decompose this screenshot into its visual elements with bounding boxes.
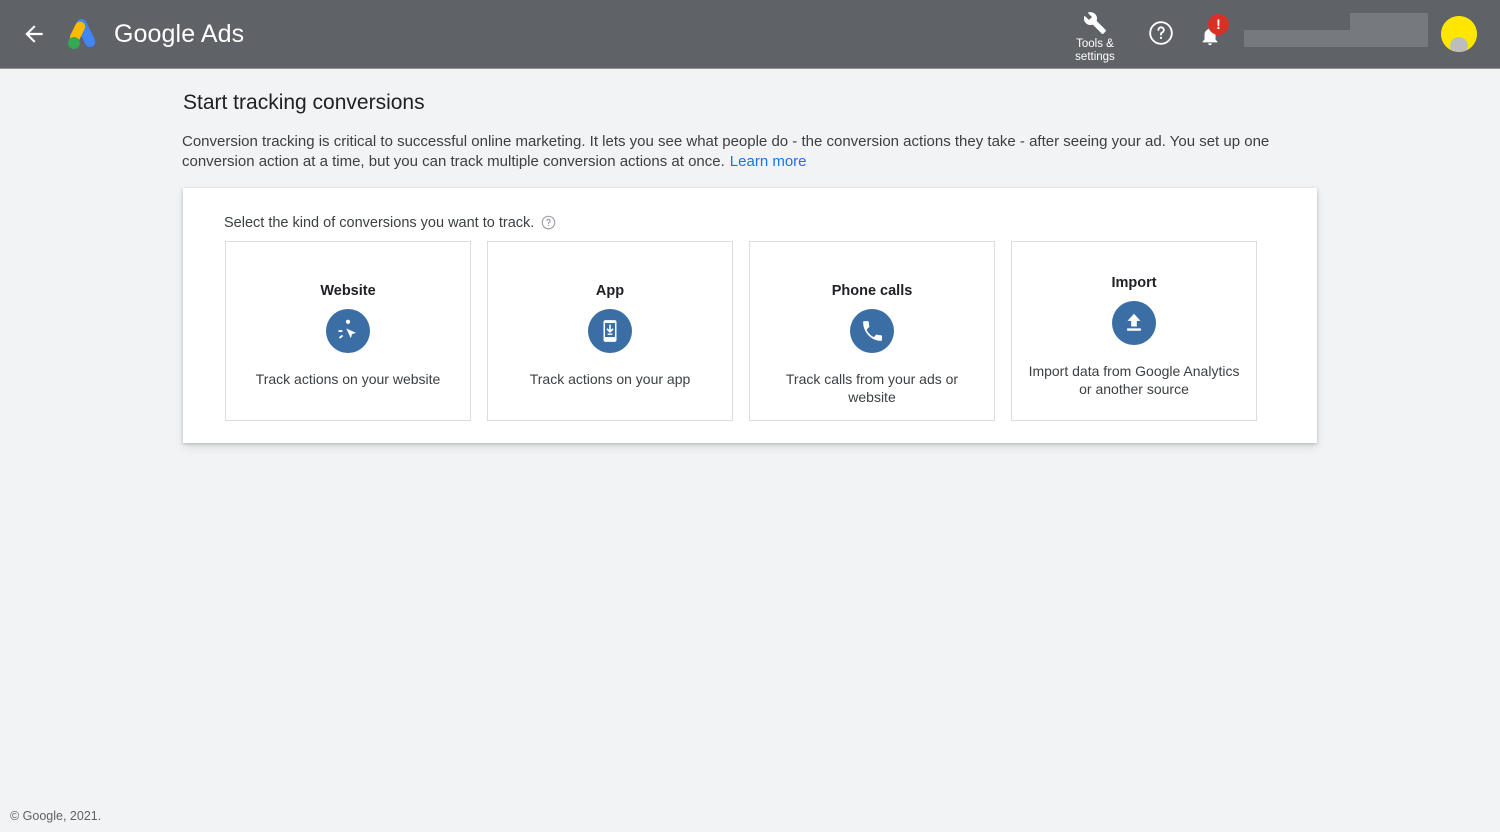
card-title: Import xyxy=(1111,275,1157,291)
avatar[interactable] xyxy=(1441,16,1477,52)
card-description: Track actions on your app xyxy=(529,371,691,387)
phone-icon-wrapper xyxy=(850,309,894,353)
account-name-redacted xyxy=(1350,13,1428,30)
brand-title: Google Ads xyxy=(114,20,244,49)
learn-more-link[interactable]: Learn more xyxy=(730,153,807,170)
mobile-download-icon xyxy=(603,320,617,342)
conversion-type-cards: Website Track actions on your website Ap… xyxy=(225,241,1257,421)
card-description: Import data from Google Analytics or ano… xyxy=(1028,363,1240,397)
tools-and-settings-button[interactable]: Tools & settings xyxy=(1063,10,1127,69)
user-avatar-icon xyxy=(1441,16,1477,52)
google-ads-logo[interactable]: Google Ads xyxy=(62,15,244,53)
conversion-card-phone-calls[interactable]: Phone calls Track calls from your ads or… xyxy=(749,241,995,421)
upload-icon xyxy=(1127,313,1141,331)
conversion-card-app[interactable]: App Track actions on your app xyxy=(487,241,733,421)
help-circle-icon xyxy=(1149,21,1173,45)
tools-settings-label: Tools & settings xyxy=(1075,38,1115,64)
app-header: Google Ads Tools & settings ! xyxy=(0,0,1500,69)
help-circle-icon[interactable] xyxy=(541,215,556,230)
conversion-card-import[interactable]: Import Import data from Google Analytics… xyxy=(1011,241,1257,421)
conversion-type-panel: Select the kind of conversions you want … xyxy=(183,188,1317,443)
page-description-text: Conversion tracking is critical to succe… xyxy=(182,133,1270,170)
panel-label-text: Select the kind of conversions you want … xyxy=(224,215,535,231)
back-arrow-icon[interactable] xyxy=(21,21,47,47)
tools-label-line2: settings xyxy=(1075,51,1115,63)
notifications-button[interactable]: ! xyxy=(1197,14,1229,50)
cursor-click-icon-wrapper xyxy=(326,309,370,353)
card-title: Phone calls xyxy=(831,283,913,299)
wrench-icon xyxy=(1083,12,1106,34)
footer-copyright: © Google, 2021. xyxy=(10,809,102,823)
tools-label-line1: Tools & xyxy=(1076,38,1114,50)
card-title: App xyxy=(595,283,625,299)
brand-ads: Ads xyxy=(200,19,245,48)
conversion-card-website[interactable]: Website Track actions on your website xyxy=(225,241,471,421)
notification-badge: ! xyxy=(1208,14,1229,35)
google-ads-logo-icon xyxy=(68,18,96,49)
panel-label: Select the kind of conversions you want … xyxy=(224,215,556,231)
mobile-download-icon-wrapper xyxy=(588,309,632,353)
card-title: Website xyxy=(320,283,376,299)
card-description: Track actions on your website xyxy=(255,371,441,387)
card-description: Track calls from your ads or website xyxy=(785,371,959,405)
page-title: Start tracking conversions xyxy=(183,91,425,114)
page-description: Conversion tracking is critical to succe… xyxy=(182,132,1322,171)
phone-icon xyxy=(862,320,882,341)
account-id-redacted xyxy=(1244,30,1428,47)
help-button[interactable] xyxy=(1148,20,1174,46)
upload-icon-wrapper xyxy=(1112,301,1156,345)
cursor-click-icon xyxy=(338,319,357,339)
brand-google: Google xyxy=(114,19,196,48)
